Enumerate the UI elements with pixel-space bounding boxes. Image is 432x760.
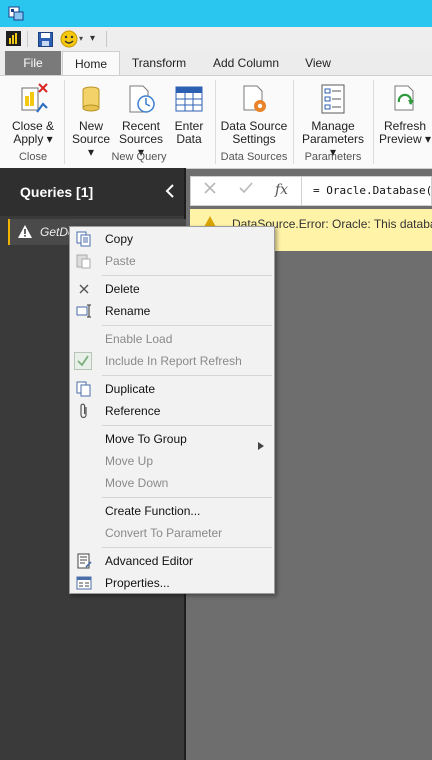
power-bi-icon[interactable] (6, 31, 21, 49)
properties-icon (76, 575, 92, 591)
menu-item-enable-load[interactable]: Enable Load (70, 328, 274, 350)
menu-item-create-function[interactable]: Create Function... (70, 500, 274, 522)
ribbon-tabs: File Home Transform Add Column View (0, 51, 432, 76)
copy-icon (76, 231, 92, 247)
group-label-parameters: Parameters (304, 151, 362, 163)
menu-item-move-up[interactable]: Move Up (70, 450, 274, 472)
enter-data-button[interactable]: Enter Data (170, 82, 208, 146)
formula-input[interactable]: = Oracle.Database( (313, 184, 432, 197)
menu-item-reference[interactable]: Reference (70, 400, 274, 422)
manage-parameters-button[interactable]: Manage Parameters ▾ (298, 82, 368, 159)
menu-item-move-down[interactable]: Move Down (70, 472, 274, 494)
manage-parameters-icon (317, 82, 349, 116)
refresh-icon (389, 82, 421, 116)
data-source-settings-label-2: Settings (232, 132, 276, 146)
menu-label: Properties... (105, 576, 170, 590)
tab-add-column[interactable]: Add Column (204, 51, 288, 75)
group-label-close: Close (18, 151, 48, 163)
qat-divider-2 (106, 31, 107, 47)
delete-icon (76, 281, 92, 297)
menu-item-advanced-editor[interactable]: Advanced Editor (70, 550, 274, 572)
menu-label: Paste (105, 254, 136, 268)
menu-item-copy[interactable]: Copy (70, 228, 274, 250)
enter-data-label-2: Data (176, 132, 202, 146)
app-icon (8, 5, 24, 24)
menu-label: Convert To Parameter (105, 526, 223, 540)
menu-item-move-to-group[interactable]: Move To Group (70, 428, 274, 450)
ribbon-separator (64, 80, 65, 164)
menu-label: Rename (105, 304, 151, 318)
tab-home[interactable]: Home (62, 51, 120, 76)
qat-divider (27, 31, 28, 47)
cancel-formula-icon[interactable] (203, 181, 217, 198)
tab-view[interactable]: View (298, 51, 338, 75)
menu-label: Move Up (105, 454, 154, 468)
data-source-settings-button[interactable]: Data Source Settings (220, 82, 288, 146)
ribbon-separator (373, 80, 374, 164)
menu-item-delete[interactable]: Delete (70, 278, 274, 300)
paste-icon (76, 253, 92, 269)
menu-label: Move Down (105, 476, 169, 490)
close-apply-button[interactable]: Close & Apply ▾ (8, 82, 58, 146)
menu-label: Move To Group (105, 432, 187, 446)
menu-label: Advanced Editor (105, 554, 194, 568)
group-label-data-sources: Data Sources (220, 151, 288, 163)
fx-icon[interactable]: fx (275, 182, 288, 198)
menu-label: Delete (105, 282, 140, 296)
formula-divider (301, 177, 302, 205)
new-source-button[interactable]: New Source ▾ (68, 82, 114, 159)
recent-sources-icon (125, 82, 157, 116)
menu-separator (102, 497, 272, 498)
smiley-feedback-icon[interactable] (60, 30, 78, 51)
rename-icon (76, 303, 92, 319)
collapse-pane-icon[interactable] (164, 183, 176, 202)
tab-transform[interactable]: Transform (126, 51, 192, 75)
queries-header: Queries [1] (0, 168, 184, 216)
paperclip-icon (76, 403, 92, 419)
menu-separator (102, 275, 272, 276)
menu-separator (102, 547, 272, 548)
queries-title: Queries [1] (20, 184, 94, 200)
recent-sources-button[interactable]: Recent Sources ▾ (116, 82, 166, 159)
menu-item-duplicate[interactable]: Duplicate (70, 378, 274, 400)
tab-file[interactable]: File (5, 51, 61, 75)
advanced-editor-icon (76, 553, 92, 569)
menu-label: Include In Report Refresh (105, 354, 242, 368)
menu-label: Reference (105, 404, 161, 418)
duplicate-icon (76, 381, 92, 397)
group-label-new-query: New Query (111, 151, 167, 163)
refresh-preview-label-2: Preview ▾ (378, 132, 432, 146)
warning-icon (17, 224, 33, 242)
menu-separator (102, 325, 272, 326)
checkmark-icon (74, 352, 92, 370)
formula-bar: fx = Oracle.Database( (190, 176, 432, 206)
quick-access-toolbar: ▾ ▾ (0, 27, 432, 52)
menu-label: Enable Load (105, 332, 173, 346)
context-menu: Copy Paste Delete Rename Enable Load Inc… (69, 226, 275, 594)
close-apply-icon (17, 82, 49, 116)
menu-item-properties[interactable]: Properties... (70, 572, 274, 594)
ribbon-separator (215, 80, 216, 164)
menu-separator (102, 425, 272, 426)
menu-separator (102, 375, 272, 376)
refresh-preview-button[interactable]: Refresh Preview ▾ (378, 82, 432, 146)
menu-label: Duplicate (105, 382, 156, 396)
menu-item-include-refresh[interactable]: Include In Report Refresh (70, 350, 274, 372)
ribbon-separator (293, 80, 294, 164)
menu-label: Copy (105, 232, 134, 246)
menu-item-paste[interactable]: Paste (70, 250, 274, 272)
menu-item-convert-parameter[interactable]: Convert To Parameter (70, 522, 274, 544)
title-bar (0, 0, 432, 27)
data-source-settings-icon (238, 82, 270, 116)
smiley-dropdown-icon[interactable]: ▾ (79, 34, 83, 43)
database-icon (75, 82, 107, 116)
ribbon: Close & Apply ▾ New Source ▾ Recent Sour… (0, 75, 432, 169)
confirm-formula-icon[interactable] (239, 181, 253, 198)
menu-label: Create Function... (105, 504, 201, 518)
menu-item-rename[interactable]: Rename (70, 300, 274, 322)
close-apply-label-2: Apply ▾ (13, 132, 53, 146)
customize-qat-icon[interactable]: ▾ (90, 33, 95, 44)
table-icon (173, 82, 205, 116)
save-icon[interactable] (38, 32, 53, 50)
